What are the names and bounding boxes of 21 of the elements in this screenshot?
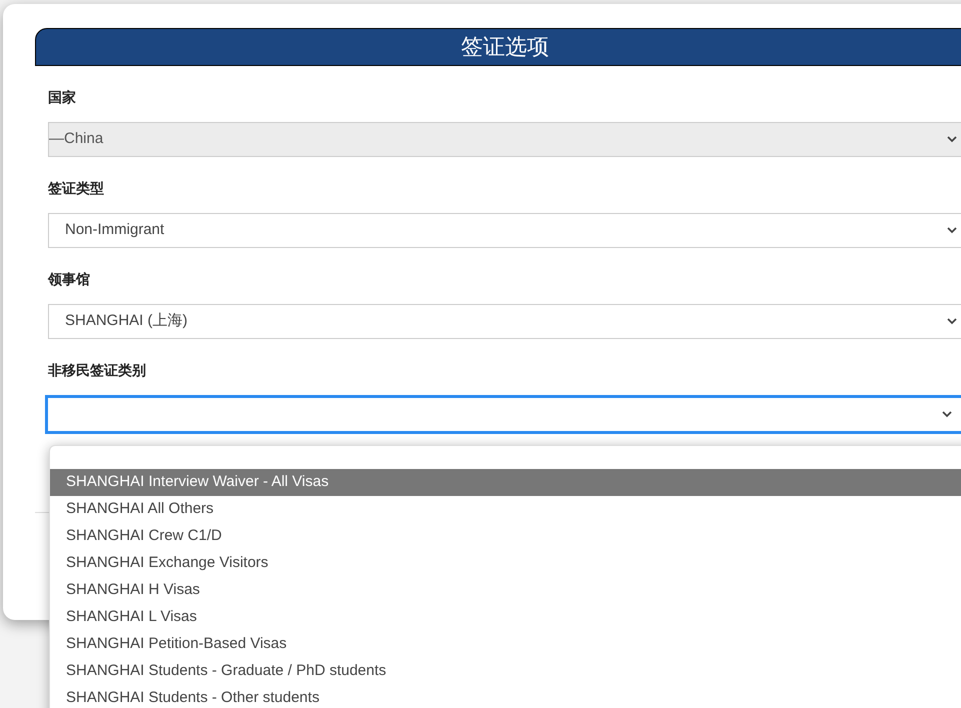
dropdown-option[interactable]: SHANGHAI Exchange Visitors [50,550,961,577]
select-field[interactable] [45,395,961,434]
dropdown-option[interactable]: SHANGHAI Students - Other students [50,685,961,708]
chevron-down-icon [947,136,957,143]
dropdown-option[interactable]: SHANGHAI Interview Waiver - All Visas [50,469,961,496]
dropdown-option[interactable]: SHANGHAI L Visas [50,604,961,631]
dropdown-option[interactable]: SHANGHAI H Visas [50,577,961,604]
chevron-down-icon [942,411,952,418]
select-field[interactable]: Non-Immigrant [48,213,961,248]
dropdown-option[interactable]: SHANGHAI All Others [50,496,961,523]
field-label: 领事馆 [48,270,91,288]
chevron-down-icon [947,318,957,325]
field-label: 国家 [48,88,77,106]
dropdown-option[interactable]: SHANGHAI Petition-Based Visas [50,631,961,658]
chevron-down-icon [947,227,957,234]
field-label: 签证类型 [48,179,105,197]
dropdown-option[interactable]: SHANGHAI Crew C1/D [50,523,961,550]
header-title: 签证选项 [461,36,549,58]
field-label: 非移民签证类别 [48,361,147,379]
select-field[interactable]: SHANGHAI (上海) [48,304,961,339]
dropdown-option[interactable]: SHANGHAI Students - Graduate / PhD students [50,658,961,685]
